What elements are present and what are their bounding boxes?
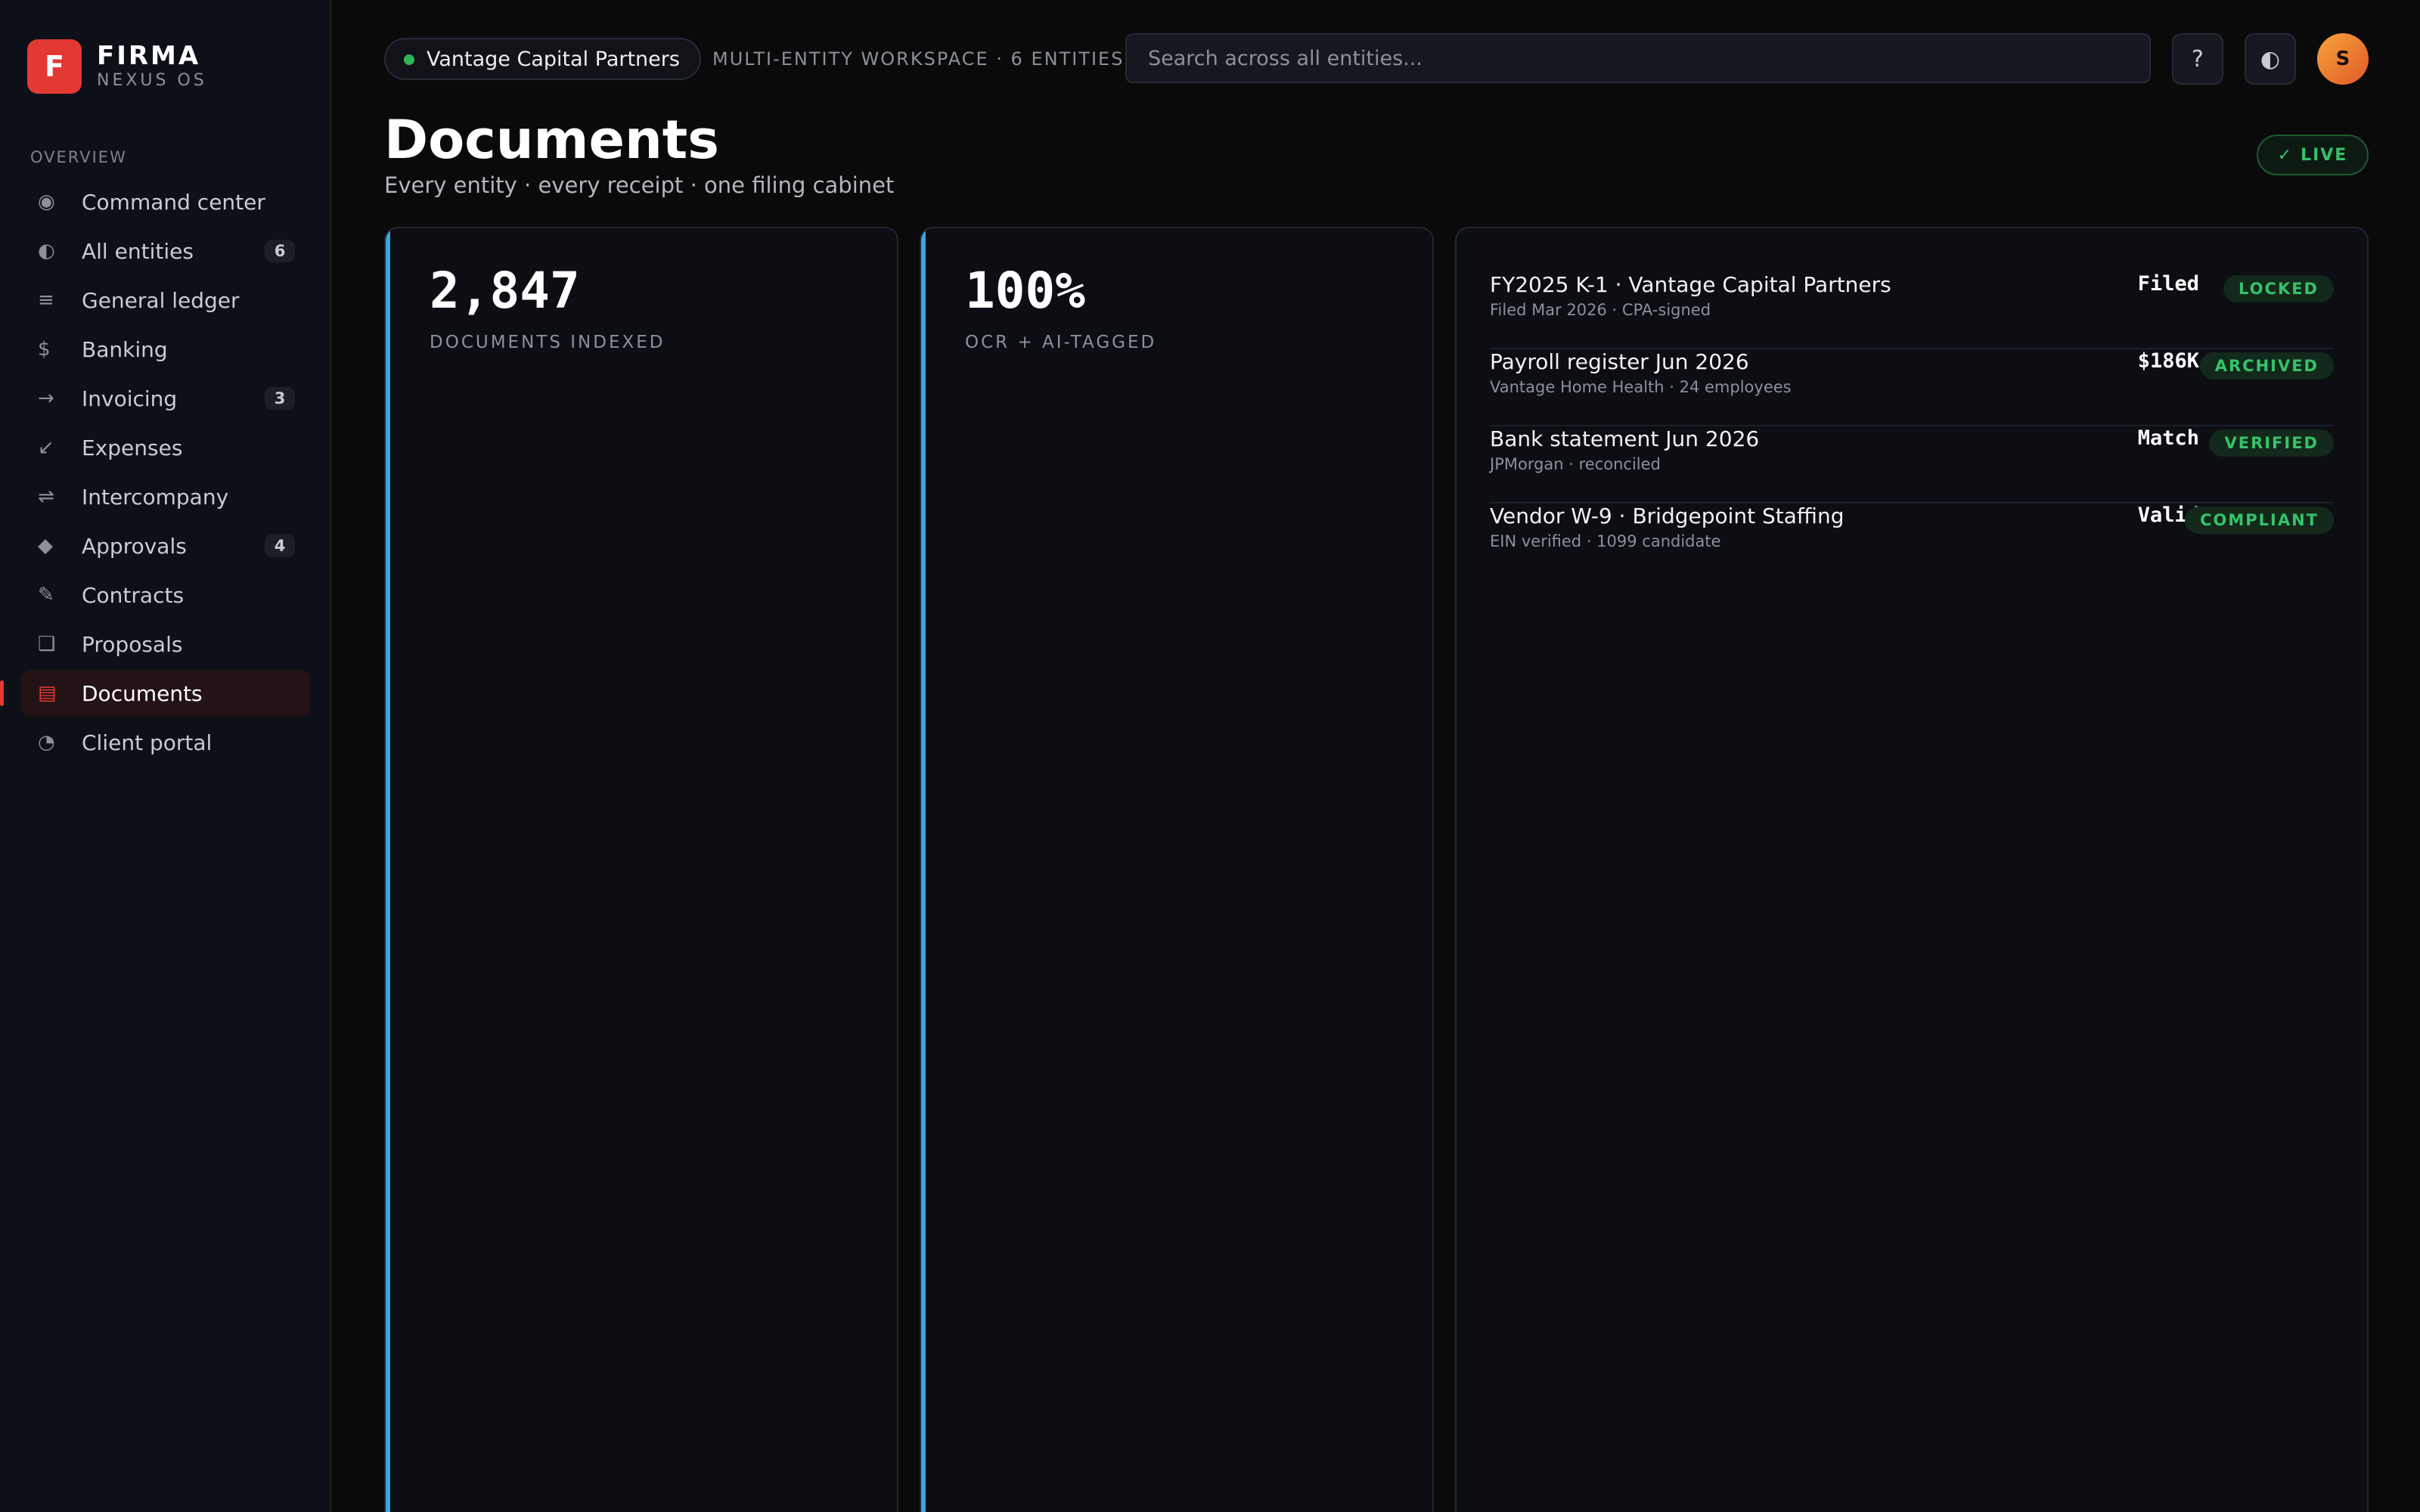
list-item[interactable]: FY2025 K-1 · Vantage Capital Partners Fi… <box>1490 272 2334 349</box>
status-badge: COMPLIANT <box>2185 507 2334 534</box>
status-dot-icon <box>404 54 414 65</box>
count-badge: 3 <box>265 387 295 410</box>
list-item[interactable]: Vendor W-9 · Bridgepoint Staffing EIN ve… <box>1490 503 2334 581</box>
document-value: $186K <box>2137 349 2199 373</box>
status-badge: LOCKED <box>2223 275 2334 302</box>
check-icon: ✓ <box>2277 145 2294 165</box>
sidebar-item-expenses[interactable]: ↙ Expenses <box>21 424 310 471</box>
avatar[interactable]: S <box>2317 33 2369 85</box>
contrast-icon: ◐ <box>2260 45 2281 73</box>
sidebar-item-documents[interactable]: ▤ Documents <box>0 670 310 717</box>
document-meta: EIN verified · 1099 candidate <box>1490 532 1721 550</box>
top-bar: Vantage Capital Partners MULTI-ENTITY WO… <box>384 33 2370 85</box>
sidebar-item-label: Command center <box>82 189 265 215</box>
brand-text: FIRMA NEXUS OS <box>97 42 207 91</box>
sidebar: F FIRMA NEXUS OS OVERVIEW ◉ Command cent… <box>0 0 331 1512</box>
app-root: F FIRMA NEXUS OS OVERVIEW ◉ Command cent… <box>0 0 2420 1512</box>
brand-name: FIRMA <box>97 41 201 71</box>
document-value: Filed <box>2137 272 2199 296</box>
sidebar-item-command-center[interactable]: ◉ Command center <box>21 178 310 225</box>
sidebar-item-label: Proposals <box>82 631 183 657</box>
page-title: Documents <box>384 109 719 171</box>
sidebar-item-label: General ledger <box>82 287 240 313</box>
half-circle-icon: ◐ <box>38 240 55 262</box>
sidebar-item-label: Documents <box>82 680 203 706</box>
arrow-down-left-icon: ↙ <box>38 436 54 459</box>
sidebar-item-banking[interactable]: $ Banking <box>21 326 310 373</box>
sidebar-item-label: Contracts <box>82 582 185 608</box>
sidebar-item-label: Intercompany <box>82 484 229 510</box>
document-title: FY2025 K-1 · Vantage Capital Partners <box>1490 272 1891 297</box>
question-icon: ? <box>2192 45 2204 73</box>
brand[interactable]: F FIRMA NEXUS OS <box>27 39 207 94</box>
arrow-right-icon: → <box>38 387 54 410</box>
pen-icon: ✎ <box>38 584 54 606</box>
document-list-card: FY2025 K-1 · Vantage Capital Partners Fi… <box>1455 227 2369 1512</box>
sidebar-item-contracts[interactable]: ✎ Contracts <box>21 572 310 618</box>
brand-logo: F <box>27 39 82 94</box>
document-icon: ▤ <box>38 682 57 705</box>
document-meta: JPMorgan · reconciled <box>1490 455 1661 473</box>
entity-switcher[interactable]: Vantage Capital Partners <box>384 38 701 80</box>
stat-label: OCR + AI-TAGGED <box>965 333 1157 352</box>
theme-toggle-button[interactable]: ◐ <box>2245 33 2296 85</box>
document-title: Payroll register Jun 2026 <box>1490 349 1749 374</box>
sidebar-item-label: Client portal <box>82 730 213 755</box>
sidebar-item-label: Approvals <box>82 533 187 559</box>
list-item[interactable]: Bank statement Jun 2026 JPMorgan · recon… <box>1490 426 2334 503</box>
stat-value: 2,847 <box>430 262 580 320</box>
document-meta: Vantage Home Health · 24 employees <box>1490 378 1792 396</box>
count-badge: 6 <box>265 240 295 262</box>
sidebar-item-label: All entities <box>82 238 194 264</box>
stat-value: 100% <box>965 262 1085 320</box>
portal-icon: ◔ <box>38 731 55 754</box>
exchange-icon: ⇌ <box>38 485 54 508</box>
sidebar-item-all-entities[interactable]: ◐ All entities 6 <box>21 228 310 274</box>
live-status-badge: ✓ LIVE <box>2257 135 2369 175</box>
sidebar-nav: ◉ Command center ◐ All entities 6 ≡ Gene… <box>0 178 310 768</box>
sidebar-item-label: Banking <box>82 336 168 362</box>
nav-section-label: OVERVIEW <box>30 148 127 166</box>
sidebar-item-label: Invoicing <box>82 386 178 411</box>
search-input[interactable] <box>1125 33 2151 83</box>
diamond-icon: ◆ <box>38 534 53 557</box>
brand-subtitle: NEXUS OS <box>97 71 207 90</box>
sidebar-item-general-ledger[interactable]: ≡ General ledger <box>21 277 310 324</box>
document-value: Match <box>2137 426 2199 450</box>
entity-name: Vantage Capital Partners <box>427 47 680 71</box>
sidebar-item-label: Expenses <box>82 435 183 460</box>
stat-card-documents-indexed: 2,847 DOCUMENTS INDEXED <box>384 227 898 1512</box>
ledger-icon: ≡ <box>38 289 54 311</box>
sidebar-item-approvals[interactable]: ◆ Approvals 4 <box>21 522 310 569</box>
sidebar-item-invoicing[interactable]: → Invoicing 3 <box>21 375 310 422</box>
document-list: FY2025 K-1 · Vantage Capital Partners Fi… <box>1490 272 2334 581</box>
target-icon: ◉ <box>38 191 55 213</box>
stat-card-ocr-tagged: 100% OCR + AI-TAGGED <box>920 227 1434 1512</box>
status-badge: ARCHIVED <box>2199 352 2334 380</box>
count-badge: 4 <box>265 534 295 557</box>
document-meta: Filed Mar 2026 · CPA-signed <box>1490 301 1711 319</box>
status-badge: VERIFIED <box>2209 429 2334 457</box>
help-button[interactable]: ? <box>2172 33 2223 85</box>
stat-label: DOCUMENTS INDEXED <box>430 333 666 352</box>
page-subtitle: Every entity · every receipt · one filin… <box>384 172 895 198</box>
sidebar-item-proposals[interactable]: ❑ Proposals <box>21 621 310 668</box>
list-item[interactable]: Payroll register Jun 2026 Vantage Home H… <box>1490 349 2334 426</box>
workspace-label: MULTI-ENTITY WORKSPACE · 6 ENTITIES <box>712 48 1125 70</box>
document-title: Vendor W-9 · Bridgepoint Staffing <box>1490 503 1844 528</box>
sidebar-item-intercompany[interactable]: ⇌ Intercompany <box>21 473 310 520</box>
live-label: LIVE <box>2301 145 2348 165</box>
dollar-icon: $ <box>38 338 51 361</box>
sidebar-item-client-portal[interactable]: ◔ Client portal <box>21 719 310 766</box>
square-icon: ❑ <box>38 633 56 655</box>
document-title: Bank statement Jun 2026 <box>1490 426 1760 451</box>
